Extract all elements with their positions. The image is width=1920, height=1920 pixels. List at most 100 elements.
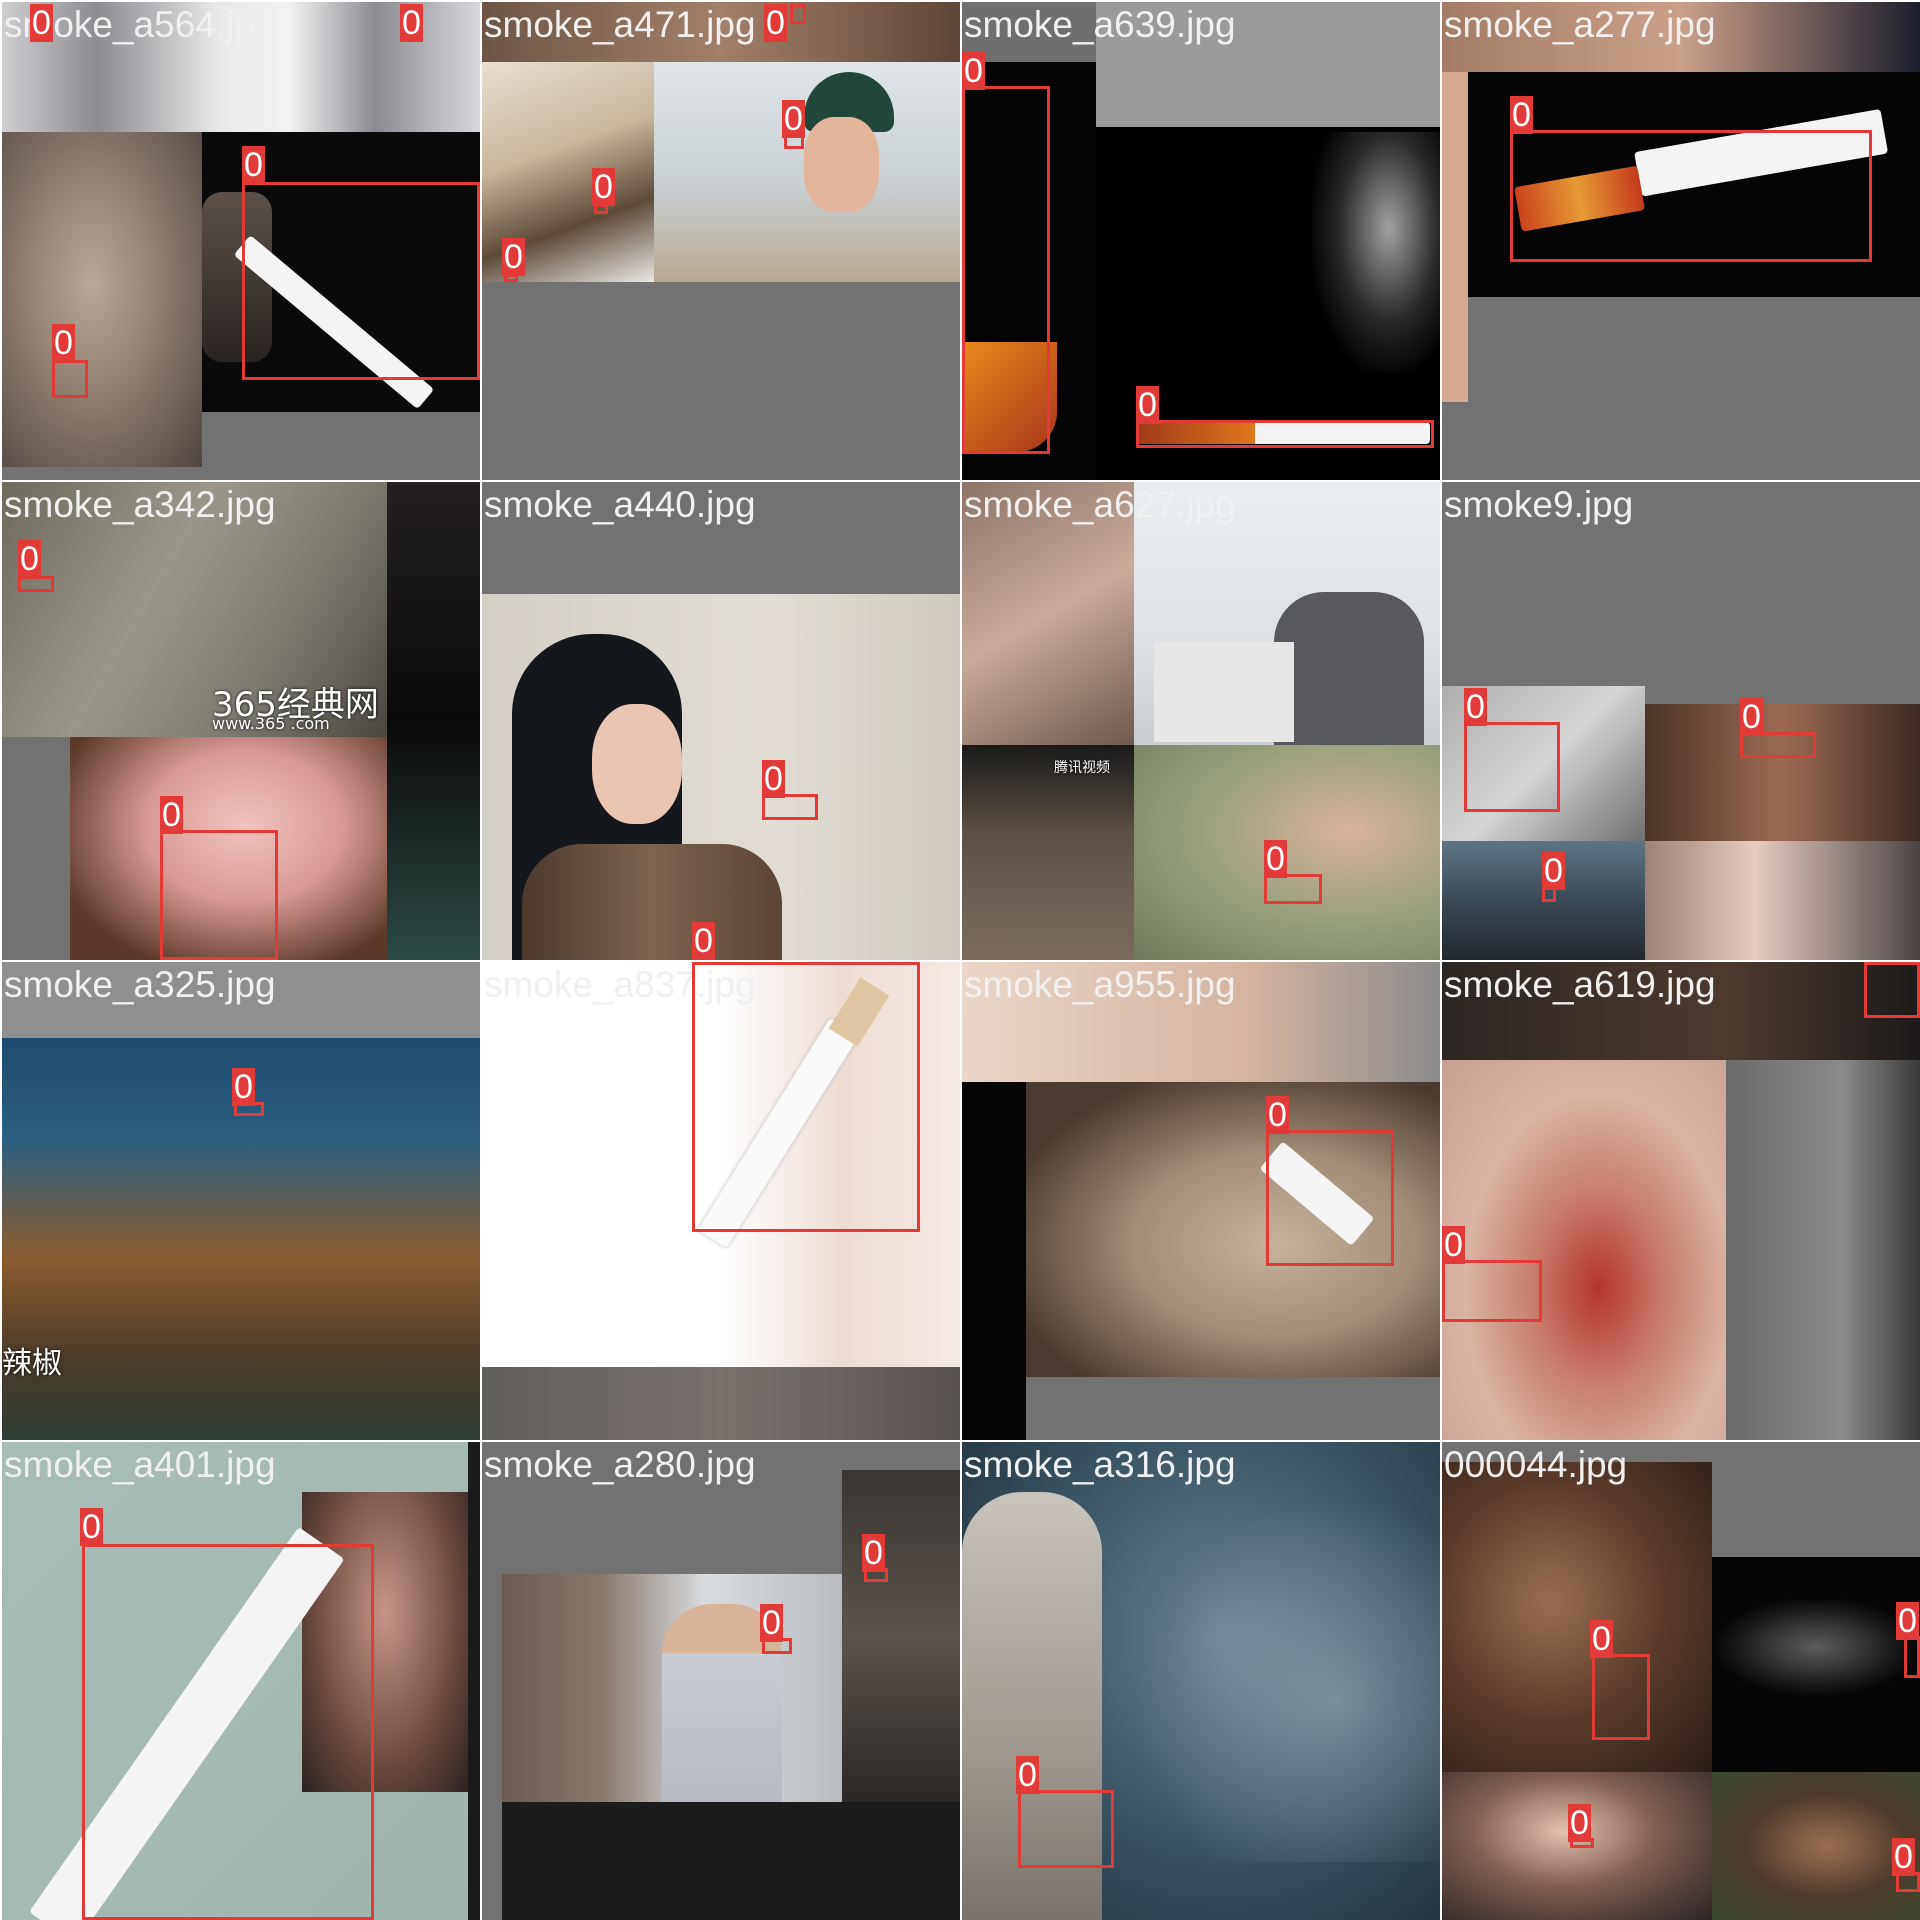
man-portrait-photo: [842, 1470, 960, 1804]
detection-class-label: 0: [1590, 1620, 1613, 1658]
detection-class-label: 0: [1896, 1602, 1919, 1640]
detection-class-label: 0: [692, 922, 715, 960]
lips-closeup-photo: [1442, 1060, 1726, 1440]
woman-beanie-beach-photo: [654, 62, 960, 282]
mosaic-tile: 辣椒 smoke_a325.jpg 0: [2, 962, 480, 1440]
detection-box: [1904, 1636, 1920, 1678]
detection-box: [1018, 1790, 1114, 1868]
tile-filename: smoke9.jpg: [1444, 484, 1634, 525]
laptop: [1154, 642, 1294, 742]
detection-class-label: 0: [782, 100, 805, 138]
detection-class-label: 0: [502, 238, 525, 276]
face: [592, 704, 682, 824]
detection-box: [962, 86, 1050, 454]
hand-closeup-photo: [962, 482, 1134, 745]
mosaic-tile: smoke_a277.jpg 0: [1442, 2, 1920, 480]
mosaic-tile: smoke_a316.jpg 0: [962, 1442, 1440, 1920]
mosaic-tile: smoke_a619.jpg 0: [1442, 962, 1920, 1440]
mosaic-tile: smoke_a440.jpg 0 0: [482, 482, 960, 960]
watermark-text: 辣椒: [2, 1346, 62, 1381]
detection-class-label: 0: [764, 4, 787, 42]
man-on-stairs-photo: [502, 1574, 842, 1802]
bottom-dark-photo: [502, 1802, 960, 1920]
detection-class-label: 0: [762, 760, 785, 798]
man-glasses-photo: [1442, 1462, 1712, 1772]
mosaic-tile: 腾讯视频 smoke_a627.jpg 0: [962, 482, 1440, 960]
black-side-strip: [962, 1082, 1026, 1440]
tile-filename: smoke_a280.jpg: [484, 1444, 756, 1485]
detection-class-label: 0: [962, 52, 985, 90]
mosaic-tile: smoke_a471.jpg 0 0 0 0: [482, 2, 960, 480]
top-face-strip: [962, 962, 1440, 1082]
detection-class-label: 0: [242, 146, 265, 184]
detection-class-label: 0: [18, 540, 41, 578]
detection-class-label: 0: [1464, 688, 1487, 726]
detection-box: [692, 962, 920, 1232]
mosaic-tile: smoke_a280.jpg 0 0: [482, 1442, 960, 1920]
smoke-trail: [1102, 1462, 1440, 1862]
detection-class-label: 0: [400, 4, 423, 42]
detection-class-label: 0: [1740, 698, 1763, 736]
smoke-wisp: [1712, 1597, 1920, 1697]
tile-filename: smoke_a440.jpg: [484, 484, 756, 525]
smoke-black-photo: [1712, 1557, 1920, 1772]
face-closeup-photo: [2, 132, 202, 467]
detection-class-label: 0: [1892, 1838, 1915, 1876]
bottom-blur-strip: [482, 1367, 960, 1440]
hand-strip-photo: [1442, 2, 1920, 72]
detection-class-label: 0: [1016, 1756, 1039, 1794]
detection-box: [1266, 1130, 1394, 1266]
watermark-url: www.365 .com: [212, 714, 330, 733]
detection-class-label: 0: [1442, 1226, 1465, 1264]
detection-box: [1464, 722, 1560, 812]
top-dark-strip: [1442, 962, 1920, 1060]
detection-class-label: 0: [80, 1508, 103, 1546]
detection-class-label: 0: [30, 4, 53, 42]
mosaic-tile: smoke_a564.jpg 0 0 0 0: [2, 2, 480, 480]
detection-mosaic-grid: smoke_a564.jpg 0 0 0 0 smoke_a471.jpg 0 …: [0, 0, 1920, 1920]
detection-class-label: 0: [760, 1604, 783, 1642]
detection-class-label: 0: [1542, 852, 1565, 890]
dark-side-photo: [387, 482, 480, 960]
detection-class-label: 0: [1568, 1804, 1591, 1842]
mosaic-tile: smoke9.jpg 0 0 0: [1442, 482, 1920, 960]
coat: [522, 844, 782, 960]
woman-profile-photo: [1645, 841, 1920, 960]
arm-strip-photo: [1442, 72, 1468, 402]
video-frame-photo: 腾讯视频: [962, 745, 1134, 960]
dark-right-strip: [468, 1442, 480, 1920]
smoke-wisp: [1312, 132, 1440, 372]
detection-class-label: 0: [862, 1534, 885, 1572]
detection-box: [1442, 1260, 1542, 1322]
woman-smoking-photo: [482, 594, 960, 960]
detection-class-label: 0: [52, 324, 75, 362]
mosaic-tile: smoke_a401.jpg 0: [2, 1442, 480, 1920]
detection-box: [1136, 420, 1434, 448]
detection-box: [790, 4, 806, 24]
detection-class-label: 0: [1266, 1096, 1289, 1134]
gray-panel-top: [1096, 2, 1440, 127]
detection-box: [242, 182, 480, 380]
detection-class-label: 0: [232, 1068, 255, 1106]
tv-screenshot-photo: 365经典网 www.365 .com: [2, 482, 387, 737]
detection-class-label: 0: [1510, 96, 1533, 134]
hand-cigarette-photo: [1134, 745, 1440, 960]
suit: [1274, 592, 1424, 745]
detection-class-label: 0: [1264, 840, 1287, 878]
detection-box: [82, 1544, 374, 1920]
watermark-text: 腾讯视频: [1054, 760, 1110, 776]
mosaic-tile: 365经典网 www.365 .com smoke_a342.jpg 0 0: [2, 482, 480, 960]
man-smile-photo: [1712, 1772, 1920, 1920]
face: [804, 117, 879, 212]
mosaic-tile: smoke_a837.jpg: [482, 962, 960, 1440]
top-strip-photo: [482, 2, 960, 62]
letterbox-bar: [2, 962, 480, 1038]
lips-cigarette-photo: [1645, 704, 1920, 841]
businessman-office-photo: [1134, 482, 1440, 745]
detection-class-label: 0: [1136, 386, 1159, 424]
mosaic-tile: smoke_a955.jpg 0: [962, 962, 1440, 1440]
detection-box: [1264, 874, 1322, 904]
detection-box: [1592, 1654, 1650, 1740]
detection-class-label: 0: [160, 796, 183, 834]
detection-class-label: 0: [592, 168, 615, 206]
